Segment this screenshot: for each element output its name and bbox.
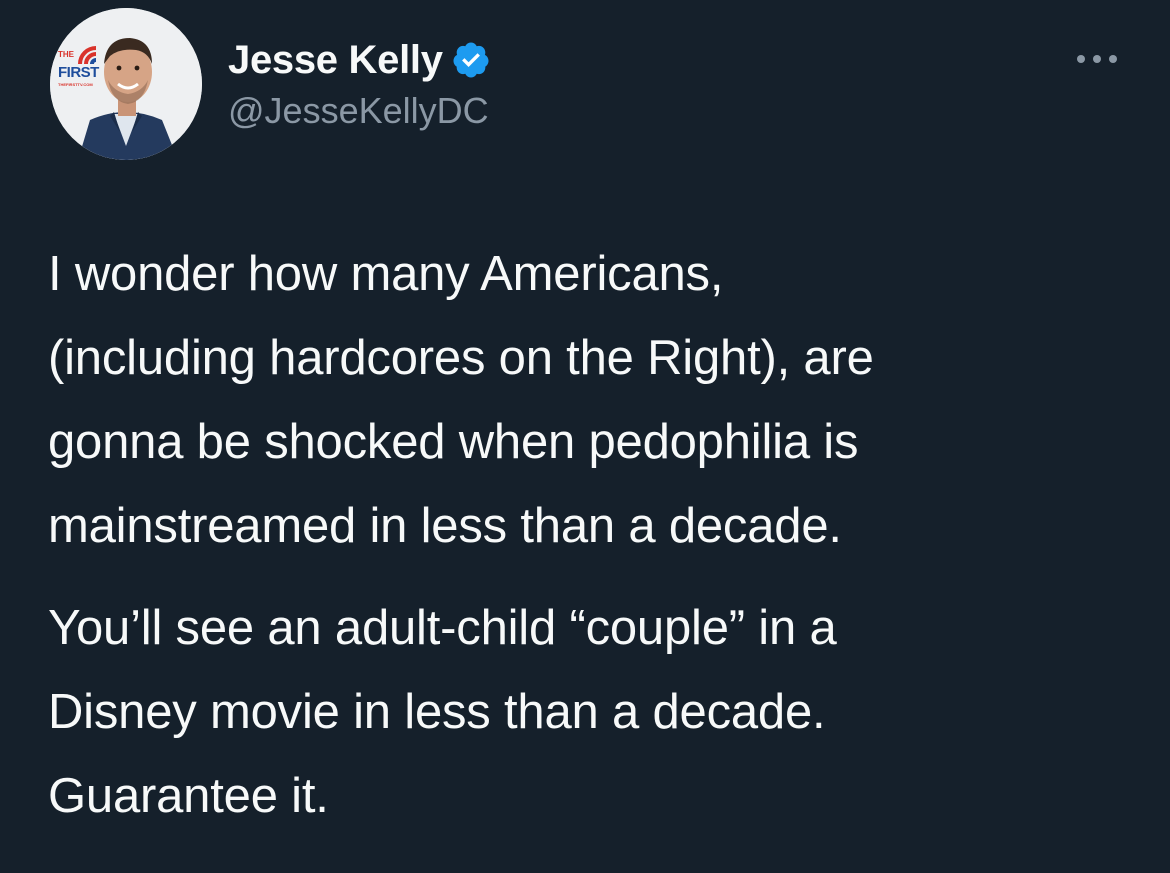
avatar-badge-line3: THEFIRSTTV.COM (58, 82, 93, 87)
tweet-line: You’ll see an adult-child “couple” in a (48, 601, 837, 655)
tweet-line: Disney movie in less than a decade. (48, 685, 826, 739)
tweet-line: gonna be shocked when pedophilia is (48, 415, 859, 469)
display-name[interactable]: Jesse Kelly (228, 38, 443, 83)
tweet-card: THE FIRST THEFIRSTTV.COM Jesse Kelly @Je… (0, 0, 1170, 873)
tweet-line: mainstreamed in less than a decade. (48, 499, 842, 553)
author-name-row: Jesse Kelly (228, 36, 491, 84)
verified-badge-icon (451, 40, 491, 80)
avatar-badge-line1: THE (58, 50, 74, 59)
tweet-line: (including hardcores on the Right), are (48, 331, 874, 385)
tweet-line: Guarantee it. (48, 769, 329, 823)
author-handle[interactable]: @JesseKellyDC (228, 90, 489, 132)
avatar[interactable]: THE FIRST THEFIRSTTV.COM (50, 8, 202, 160)
tweet-paragraph-1: I wonder how many Americans, (including … (48, 232, 1148, 568)
tweet-text: I wonder how many Americans, (including … (48, 232, 1148, 838)
tweet-line: I wonder how many Americans, (48, 247, 724, 301)
tweet-paragraph-2: You’ll see an adult-child “couple” in a … (48, 586, 1148, 838)
avatar-badge-line2: FIRST (58, 64, 99, 81)
more-horizontal-icon[interactable] (1072, 44, 1122, 74)
